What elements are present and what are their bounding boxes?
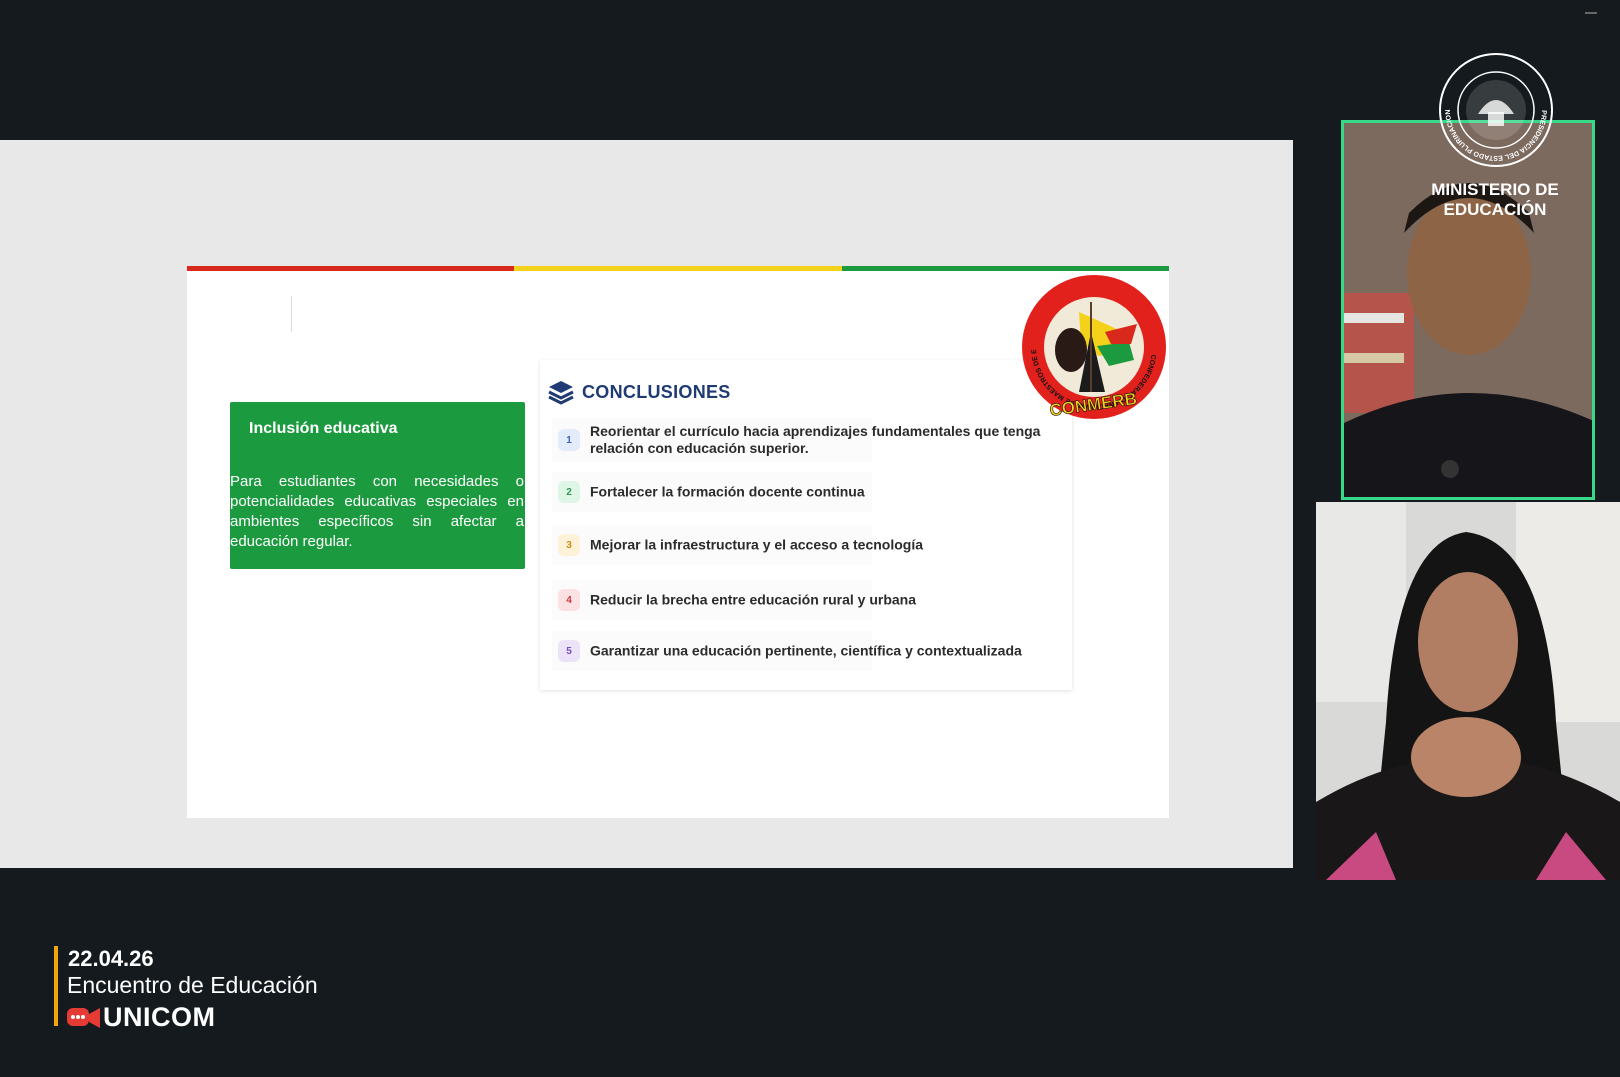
conclusion-item-4: 4 Reducir la brecha entre educación rura…: [552, 580, 916, 620]
inclusion-card: Inclusión educativa Para estudiantes con…: [230, 402, 525, 569]
video-camera-icon: [67, 1007, 100, 1028]
card-body: Para estudiantes con necesidades o poten…: [230, 473, 524, 550]
ministry-seal: PRESIDENCIA DEL ESTADO PLURINACIONAL DE …: [1438, 52, 1553, 167]
brand-name: UNICOM: [103, 1002, 216, 1032]
window-control: [1585, 12, 1597, 14]
item-number: 3: [558, 534, 580, 556]
event-accent-bar: [54, 946, 58, 1026]
participant-video-2[interactable]: [1316, 502, 1620, 880]
item-text: Garantizar una educación pertinente, cie…: [590, 642, 1022, 659]
conclusion-item-3: 3 Mejorar la infraestructura y el acceso…: [552, 525, 923, 565]
conclusions-panel: CONCLUSIONES 1 Reorientar el currículo h…: [540, 360, 1072, 690]
event-title: Encuentro de Educación: [67, 972, 318, 998]
layers-icon: [548, 381, 574, 405]
shared-screen: Inclusión educativa Para estudiantes con…: [0, 140, 1293, 868]
ministry-line-2: EDUCACIÓN: [1443, 200, 1547, 219]
brand: UNICOM: [67, 1002, 216, 1033]
conclusions-title: CONCLUSIONES: [582, 381, 731, 402]
item-number: 4: [558, 589, 580, 611]
ministry-line-1: MINISTERIO DE: [1431, 180, 1559, 199]
presentation-slide: Inclusión educativa Para estudiantes con…: [187, 266, 1169, 818]
conclusion-item-2: 2 Fortalecer la formación docente contin…: [552, 472, 872, 512]
slide-divider: [291, 296, 292, 332]
conclusion-item-1: 1 Reorientar el currículo hacia aprendiz…: [552, 418, 1040, 462]
item-number: 1: [558, 429, 580, 451]
conclusions-header: CONCLUSIONES: [547, 378, 731, 406]
event-date: 22.04.26: [68, 946, 154, 971]
item-text: Fortalecer la formación docente continua: [590, 483, 865, 500]
ministry-name: MINISTERIO DE EDUCACIÓN: [1410, 180, 1580, 220]
item-text: Reducir la brecha entre educación rural …: [590, 591, 916, 608]
conmerb-logo: CONFEDERACIÓN NACIONAL DE MAESTROS DE ED…: [1019, 272, 1166, 420]
flag-stripe: [187, 266, 1169, 271]
item-number: 5: [558, 640, 580, 662]
participant-video-1[interactable]: [1341, 120, 1595, 500]
item-text: Reorientar el currículo hacia aprendizaj…: [590, 423, 1041, 456]
conclusion-item-5: 5 Garantizar una educación pertinente, c…: [552, 631, 1022, 671]
item-number: 2: [558, 481, 580, 503]
item-text: Mejorar la infraestructura y el acceso a…: [590, 536, 924, 553]
participant-2-image: [1316, 502, 1620, 880]
card-title: Inclusión educativa: [249, 420, 398, 437]
